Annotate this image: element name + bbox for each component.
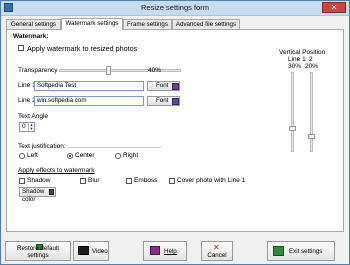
exit-settings-button[interactable]: Exit settings bbox=[267, 241, 335, 261]
justify-right-radio[interactable] bbox=[115, 153, 121, 159]
vpos-line2-slider-thumb[interactable] bbox=[308, 134, 315, 139]
text-angle-label: Text Angle bbox=[18, 113, 48, 120]
cover-photo-label: Cover photo with Line 1 bbox=[177, 177, 246, 184]
justification-divider bbox=[67, 147, 161, 148]
apply-watermark-checkbox[interactable] bbox=[18, 45, 24, 51]
justify-center-label: Center bbox=[75, 152, 95, 159]
watermark-section-label: Watermark: bbox=[13, 33, 49, 40]
blur-checkbox[interactable] bbox=[80, 178, 86, 184]
line2-font-button[interactable]: Font bbox=[147, 96, 180, 106]
line2-input[interactable]: win.softpedia.com bbox=[34, 96, 144, 106]
video-button-label: Video bbox=[92, 248, 108, 255]
title-bar[interactable]: Resize settings form ✕ bbox=[1, 1, 349, 16]
spinner-arrows-icon[interactable]: ▲ ▼ bbox=[28, 123, 34, 131]
transparency-label: Transparency bbox=[18, 67, 58, 74]
cancel-button-label: Cancel bbox=[207, 252, 227, 259]
line1-input[interactable]: Softpedia Test bbox=[34, 81, 144, 91]
settings-window: Resize settings form ✕ General settings … bbox=[0, 0, 350, 265]
font-icon bbox=[172, 98, 179, 105]
justify-right-label: Right bbox=[123, 152, 139, 159]
window-title: Resize settings form bbox=[141, 3, 209, 12]
help-icon bbox=[150, 246, 160, 255]
shadow-color-button-label: Shadow color bbox=[22, 188, 45, 203]
text-angle-spinner[interactable]: 0 ▲ ▼ bbox=[19, 122, 35, 132]
vertical-position-title: Vertical Position bbox=[279, 49, 326, 56]
restore-default-settings-button[interactable]: Restore default settings bbox=[5, 241, 71, 261]
transparency-slider[interactable] bbox=[59, 69, 181, 72]
text-angle-value: 0 bbox=[22, 123, 26, 130]
color-swatch-icon bbox=[49, 189, 54, 195]
emboss-checkbox[interactable] bbox=[126, 178, 132, 184]
vpos-line1-slider[interactable] bbox=[291, 72, 294, 152]
apply-watermark-label: Apply watermark to resized photos bbox=[27, 44, 138, 53]
font-icon bbox=[172, 83, 179, 90]
line1-font-button-label: Font bbox=[156, 82, 169, 89]
transparency-slider-thumb[interactable] bbox=[105, 66, 111, 75]
cancel-x-icon: ✕ bbox=[213, 243, 220, 252]
cover-photo-checkbox[interactable] bbox=[169, 178, 175, 184]
justify-left-radio[interactable] bbox=[19, 153, 25, 159]
close-icon[interactable]: ✕ bbox=[322, 2, 346, 13]
exit-button-label: Exit settings bbox=[289, 248, 323, 255]
vpos-line1-label: Line 1 bbox=[288, 56, 306, 63]
tab-general-settings[interactable]: General settings bbox=[6, 19, 61, 29]
transparency-value: 40% bbox=[148, 67, 162, 74]
tab-frame-settings[interactable]: Frame settings bbox=[123, 19, 172, 29]
tab-watermark-settings[interactable]: Watermark settings bbox=[61, 18, 123, 30]
tab-advanced-file-settings[interactable]: Advanced file settings bbox=[172, 19, 240, 29]
restore-button-label: Restore default settings bbox=[17, 245, 59, 259]
justify-center-radio[interactable] bbox=[67, 153, 73, 159]
emboss-label: Emboss bbox=[134, 177, 158, 184]
help-button[interactable]: Help bbox=[143, 241, 187, 261]
shadow-color-button[interactable]: Shadow color bbox=[19, 187, 56, 203]
cancel-button[interactable]: ✕ Cancel bbox=[201, 241, 233, 261]
effects-label: Apply effects to watermark bbox=[18, 167, 95, 174]
shadow-checkbox[interactable] bbox=[19, 178, 25, 184]
help-button-label: Help bbox=[164, 248, 177, 255]
exit-icon bbox=[273, 246, 284, 256]
line1-font-button[interactable]: Font bbox=[147, 81, 180, 91]
justify-left-label: Left bbox=[27, 152, 38, 159]
vpos-line1-slider-thumb[interactable] bbox=[289, 126, 296, 131]
line2-font-button-label: Font bbox=[156, 97, 169, 104]
vpos-line2-label: 2 bbox=[309, 56, 313, 63]
footer-bar: Restore default settings Video Help ✕ Ca… bbox=[1, 232, 349, 264]
watermark-panel: Watermark: Apply watermark to resized ph… bbox=[6, 29, 344, 232]
video-icon bbox=[78, 246, 89, 255]
shadow-label: Shadow bbox=[27, 177, 51, 184]
vpos-line1-value: 30% bbox=[288, 63, 302, 70]
justification-label: Text justification: bbox=[18, 143, 66, 150]
video-button[interactable]: Video bbox=[73, 241, 109, 261]
blur-label: Blur bbox=[88, 177, 100, 184]
vpos-line2-slider[interactable] bbox=[310, 72, 313, 152]
vpos-line2-value: 20% bbox=[305, 63, 319, 70]
